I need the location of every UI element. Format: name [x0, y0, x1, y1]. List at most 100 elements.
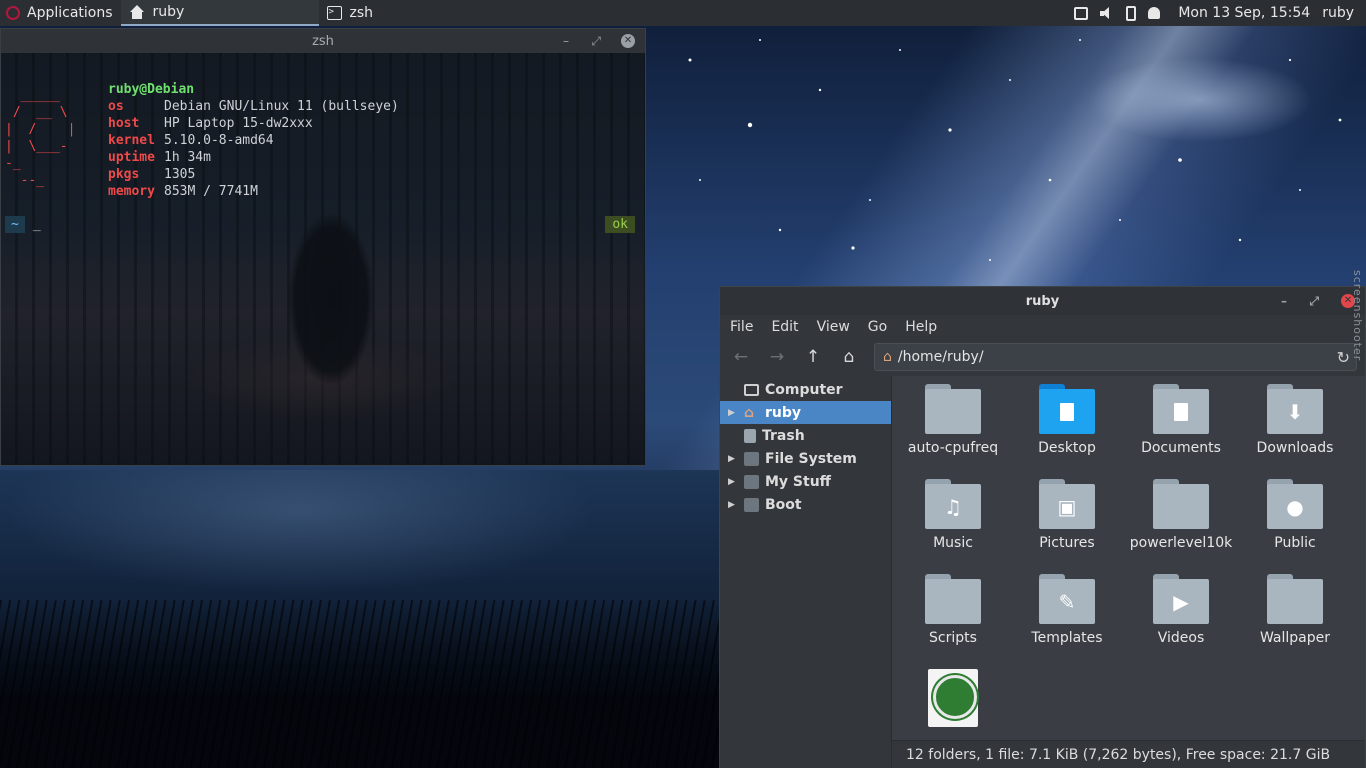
shell-prompt[interactable]: ~ _	[5, 216, 41, 233]
sidebar-item-file-system[interactable]: ▶ File System	[720, 447, 891, 470]
drive-icon	[744, 497, 759, 512]
window-title: ruby	[1025, 293, 1060, 309]
folder-icon	[925, 384, 981, 434]
file-item-downloads[interactable]: ⬇ Downloads	[1238, 384, 1352, 479]
terminal-icon: >	[326, 6, 342, 20]
volume-icon[interactable]	[1100, 6, 1114, 20]
sidebar-item-label: ruby	[765, 404, 802, 421]
file-manager-titlebar[interactable]: ruby – ⤢ ✕	[720, 287, 1365, 315]
info-value: 5.10.0-8-amd64	[164, 133, 274, 148]
info-row: pkgs 1305	[108, 166, 399, 183]
music-folder-icon: ♫	[925, 479, 981, 529]
terminal-window[interactable]: zsh – ⤢ ✕ _____ / __ \ | / | | \___- -_ …	[0, 28, 646, 466]
sidebar-item-boot[interactable]: ▶ Boot	[720, 493, 891, 516]
status-badge: ok	[605, 216, 635, 233]
file-item-templates[interactable]: ✎ Templates	[1010, 574, 1124, 669]
terminal-titlebar[interactable]: zsh – ⤢ ✕	[1, 29, 645, 53]
reload-button[interactable]: ↻	[1337, 348, 1350, 367]
home-icon: ⌂	[744, 404, 755, 421]
sidebar-item-computer[interactable]: Computer	[720, 378, 891, 401]
sidebar-item-label: Trash	[762, 427, 805, 444]
home-button[interactable]: ⌂	[838, 347, 860, 367]
sidebar-item-ruby[interactable]: ▶ ⌂ ruby	[720, 401, 891, 424]
applications-menu[interactable]: Applications	[0, 0, 121, 26]
videos-folder-icon: ▶	[1153, 574, 1209, 624]
user-menu[interactable]: ruby	[1322, 5, 1354, 21]
taskbar-item-label: zsh	[349, 5, 374, 21]
file-item-label: Wallpaper	[1259, 630, 1331, 646]
system-info: ruby@Debian os Debian GNU/Linux 11 (bulls…	[108, 81, 399, 200]
menu-go[interactable]: Go	[868, 319, 887, 335]
system-tray: Mon 13 Sep, 15:54 ruby	[1074, 5, 1366, 21]
minimize-button[interactable]: –	[1281, 294, 1287, 308]
file-item-scripts[interactable]: Scripts	[896, 574, 1010, 669]
sidebar-item-my-stuff[interactable]: ▶ My Stuff	[720, 470, 891, 493]
file-item-auto-cpufreq[interactable]: auto-cpufreq	[896, 384, 1010, 479]
file-item-public[interactable]: ● Public	[1238, 479, 1352, 574]
terminal-title: zsh	[312, 33, 334, 49]
file-item-label: Downloads	[1256, 440, 1334, 456]
file-manager-window[interactable]: ruby – ⤢ ✕ File Edit View Go Help ← → ↑ …	[719, 286, 1366, 768]
expand-arrow-icon[interactable]: ▶	[728, 454, 738, 464]
terminal-body[interactable]: _____ / __ \ | / | | \___- -_ --_ ruby@D…	[1, 53, 645, 465]
forward-button[interactable]: →	[766, 347, 788, 367]
file-item-music[interactable]: ♫ Music	[896, 479, 1010, 574]
close-button[interactable]: ✕	[621, 34, 635, 48]
file-item-documents[interactable]: Documents	[1124, 384, 1238, 479]
menu-edit[interactable]: Edit	[771, 319, 798, 335]
menu-view[interactable]: View	[817, 319, 850, 335]
clock[interactable]: Mon 13 Sep, 15:54	[1178, 5, 1310, 21]
maximize-button[interactable]: ⤢	[591, 34, 601, 49]
status-bar: 12 folders, 1 file: 7.1 KiB (7,262 bytes…	[892, 740, 1365, 768]
icon-view[interactable]: auto-cpufreq Desktop Documents ⬇ Downloa…	[892, 376, 1365, 768]
pictures-folder-icon: ▣	[1039, 479, 1095, 529]
public-folder-icon: ●	[1267, 479, 1323, 529]
file-item-powerlevel10k[interactable]: powerlevel10k	[1124, 479, 1238, 574]
file-item-label: Music	[933, 535, 973, 551]
info-value: HP Laptop 15-dw2xxx	[164, 116, 313, 131]
back-button[interactable]: ←	[730, 347, 752, 367]
menu-bar: File Edit View Go Help	[720, 315, 1365, 339]
file-item-label: auto-cpufreq	[907, 440, 999, 456]
up-button[interactable]: ↑	[802, 347, 824, 367]
notifications-icon[interactable]	[1148, 7, 1161, 19]
documents-folder-icon	[1153, 384, 1209, 434]
menu-help[interactable]: Help	[905, 319, 937, 335]
file-grid: auto-cpufreq Desktop Documents ⬇ Downloa…	[896, 384, 1352, 764]
minimize-button[interactable]: –	[563, 34, 569, 48]
expand-arrow-icon[interactable]: ▶	[728, 500, 738, 510]
file-item-videos[interactable]: ▶ Videos	[1124, 574, 1238, 669]
taskbar-item-zsh[interactable]: > zsh	[319, 0, 517, 26]
side-pane: Computer ▶ ⌂ ruby Trash ▶ File System ▶ …	[720, 376, 892, 768]
userhost: ruby@Debian	[108, 82, 195, 97]
sidebar-item-label: My Stuff	[765, 473, 832, 490]
home-icon: ⌂	[883, 349, 892, 365]
keepass-file-icon	[928, 669, 978, 727]
downloads-folder-icon: ⬇	[1267, 384, 1323, 434]
display-icon[interactable]	[1074, 6, 1089, 20]
taskbar-item-ruby[interactable]: ruby	[120, 0, 319, 26]
sidebar-item-label: Boot	[765, 496, 802, 513]
maximize-button[interactable]: ⤢	[1309, 294, 1319, 309]
location-bar[interactable]: ⌂ /home/ruby/ ↻	[874, 343, 1357, 371]
info-key: host	[108, 116, 140, 131]
info-row: uptime 1h 34m	[108, 149, 399, 166]
screenshooter-watermark: screenshooter	[1351, 270, 1364, 362]
file-item-pictures[interactable]: ▣ Pictures	[1010, 479, 1124, 574]
menu-file[interactable]: File	[730, 319, 753, 335]
battery-icon[interactable]	[1126, 5, 1137, 21]
templates-folder-icon: ✎	[1039, 574, 1095, 624]
info-value: 1h 34m	[164, 150, 211, 165]
info-row: memory 853M / 7741M	[108, 183, 399, 200]
folder-icon	[925, 574, 981, 624]
text-cursor: _	[32, 217, 41, 232]
file-item-wallpaper[interactable]: Wallpaper	[1238, 574, 1352, 669]
expand-arrow-icon[interactable]: ▶	[728, 477, 738, 487]
file-item-desktop[interactable]: Desktop	[1010, 384, 1124, 479]
info-key: kernel	[108, 133, 155, 148]
expand-arrow-icon[interactable]: ▶	[728, 408, 738, 418]
debian-ascii-logo: _____ / __ \ | / | | \___- -_ --_	[5, 88, 76, 188]
wallpaper-grass	[0, 600, 720, 768]
applications-label: Applications	[27, 5, 113, 21]
sidebar-item-trash[interactable]: Trash	[720, 424, 891, 447]
